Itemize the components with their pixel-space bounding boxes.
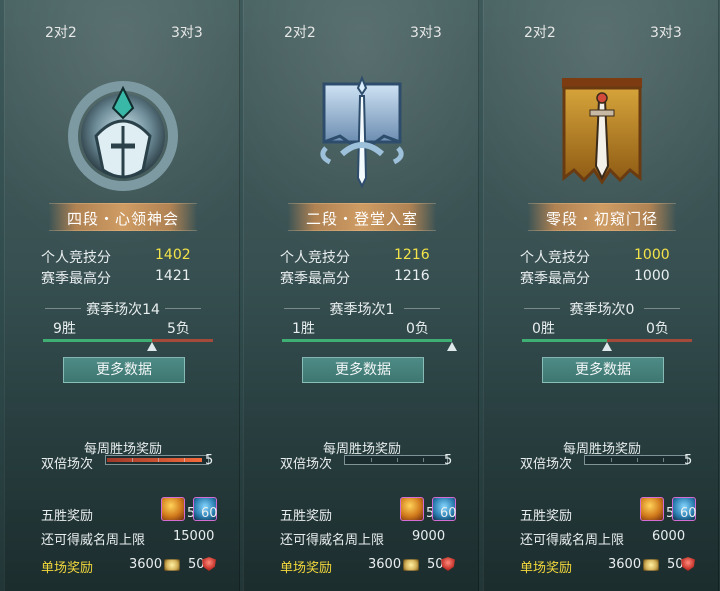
treasure-chest-icon[interactable] <box>640 497 664 521</box>
tab-2v2[interactable]: 2对2 <box>284 22 316 42</box>
single-match-reward-label: 单场奖励 <box>280 561 333 576</box>
wins-count: 1胜 <box>292 321 315 337</box>
tab-2v2[interactable]: 2对2 <box>45 22 77 42</box>
personal-score-label: 个人竞技分 <box>41 250 111 266</box>
single-shield-amount: 50 <box>427 557 444 572</box>
coin-icon <box>164 559 180 571</box>
losses-count: 5负 <box>167 321 190 337</box>
weekly-cap-label: 还可得威名周上限 <box>280 533 385 548</box>
season-best-label: 赛季最高分 <box>41 271 111 287</box>
weekly-cap-value: 15000 <box>173 529 215 544</box>
treasure-chest-icon[interactable] <box>400 497 424 521</box>
coin-icon <box>403 559 419 571</box>
personal-score-label: 个人竞技分 <box>280 250 350 266</box>
five-win-reward-label: 五胜奖励 <box>41 509 94 524</box>
win-loss-bar <box>43 339 213 342</box>
win-fill <box>282 339 452 342</box>
season-best-value: 1000 <box>634 268 670 284</box>
double-progress-fill <box>107 458 202 462</box>
losses-count: 0负 <box>646 321 669 337</box>
wins-count: 9胜 <box>53 321 76 337</box>
double-matches-progress <box>584 455 688 465</box>
rank-name: 二段・登堂入室 <box>305 210 418 228</box>
double-matches-count: 5 <box>684 453 693 468</box>
rank-emblem-icon <box>68 81 178 191</box>
tab-3v3[interactable]: 3对3 <box>171 22 203 42</box>
scroll-quantity: 60 <box>201 506 218 521</box>
single-coin-amount: 3600 <box>608 557 642 572</box>
single-shield-amount: 50 <box>188 557 205 572</box>
arena-panel-2: 2对2 3对3 二段・登堂入室 个人竞技分 1216 赛季最高分 1216 赛季… <box>243 0 479 591</box>
double-matches-label: 双倍场次 <box>41 457 94 472</box>
single-coin-amount: 3600 <box>129 557 163 572</box>
weekly-cap-label: 还可得威名周上限 <box>520 533 625 548</box>
personal-score-value: 1000 <box>634 247 670 263</box>
arena-panel-1: 2对2 3对3 四段・心领神会 个人竞技分 1402 赛季最高分 1421 赛季… <box>4 0 240 591</box>
wins-count: 0胜 <box>532 321 555 337</box>
win-fill <box>43 339 153 342</box>
more-data-button[interactable]: 更多数据 <box>542 357 664 383</box>
double-matches-count: 5 <box>444 453 453 468</box>
weekly-cap-value: 6000 <box>652 529 686 544</box>
five-win-reward-label: 五胜奖励 <box>280 509 333 524</box>
weekly-cap-value: 9000 <box>412 529 446 544</box>
scroll-quantity: 60 <box>440 506 457 521</box>
single-match-reward-label: 单场奖励 <box>520 561 573 576</box>
win-fill <box>522 339 607 342</box>
tab-3v3[interactable]: 3对3 <box>650 22 682 42</box>
season-matches: 赛季场次14 <box>5 299 241 319</box>
season-best-value: 1421 <box>155 268 191 284</box>
season-best-label: 赛季最高分 <box>520 271 590 287</box>
win-loss-marker <box>147 342 158 351</box>
personal-score-value: 1216 <box>394 247 430 263</box>
season-matches: 赛季场次1 <box>244 299 480 319</box>
personal-score-label: 个人竞技分 <box>520 250 590 266</box>
personal-score-value: 1402 <box>155 247 191 263</box>
five-win-reward-label: 五胜奖励 <box>520 509 573 524</box>
season-best-label: 赛季最高分 <box>280 271 350 287</box>
double-matches-progress <box>105 455 209 465</box>
rank-emblem-icon <box>320 75 404 189</box>
losses-count: 0负 <box>406 321 429 337</box>
single-match-reward-label: 单场奖励 <box>41 561 94 576</box>
season-matches: 赛季场次0 <box>484 299 720 319</box>
single-shield-amount: 50 <box>667 557 684 572</box>
single-coin-amount: 3600 <box>368 557 402 572</box>
win-loss-marker <box>447 342 457 351</box>
double-matches-progress <box>344 455 448 465</box>
double-matches-label: 双倍场次 <box>280 457 333 472</box>
more-data-button[interactable]: 更多数据 <box>302 357 424 383</box>
coin-icon <box>643 559 659 571</box>
more-data-button[interactable]: 更多数据 <box>63 357 185 383</box>
scroll-quantity: 60 <box>680 506 697 521</box>
win-loss-marker <box>602 342 612 351</box>
season-best-value: 1216 <box>394 268 430 284</box>
rank-name: 零段・初窥门径 <box>545 210 658 228</box>
rank-emblem-icon <box>562 78 642 185</box>
weekly-cap-label: 还可得威名周上限 <box>41 533 146 548</box>
arena-panel-3: 2对2 3对3 零段・初窥门径 个人竞技分 1000 赛季最高分 1000 赛季… <box>483 0 719 591</box>
tab-2v2[interactable]: 2对2 <box>524 22 556 42</box>
double-matches-label: 双倍场次 <box>520 457 573 472</box>
treasure-chest-icon[interactable] <box>161 497 185 521</box>
arena-stats-screen: 2对2 3对3 四段・心领神会 个人竞技分 1402 赛季最高分 1421 赛季… <box>0 0 720 591</box>
double-matches-count: 5 <box>205 453 214 468</box>
rank-name: 四段・心领神会 <box>66 210 179 228</box>
win-loss-bar <box>282 339 452 342</box>
tab-3v3[interactable]: 3对3 <box>410 22 442 42</box>
